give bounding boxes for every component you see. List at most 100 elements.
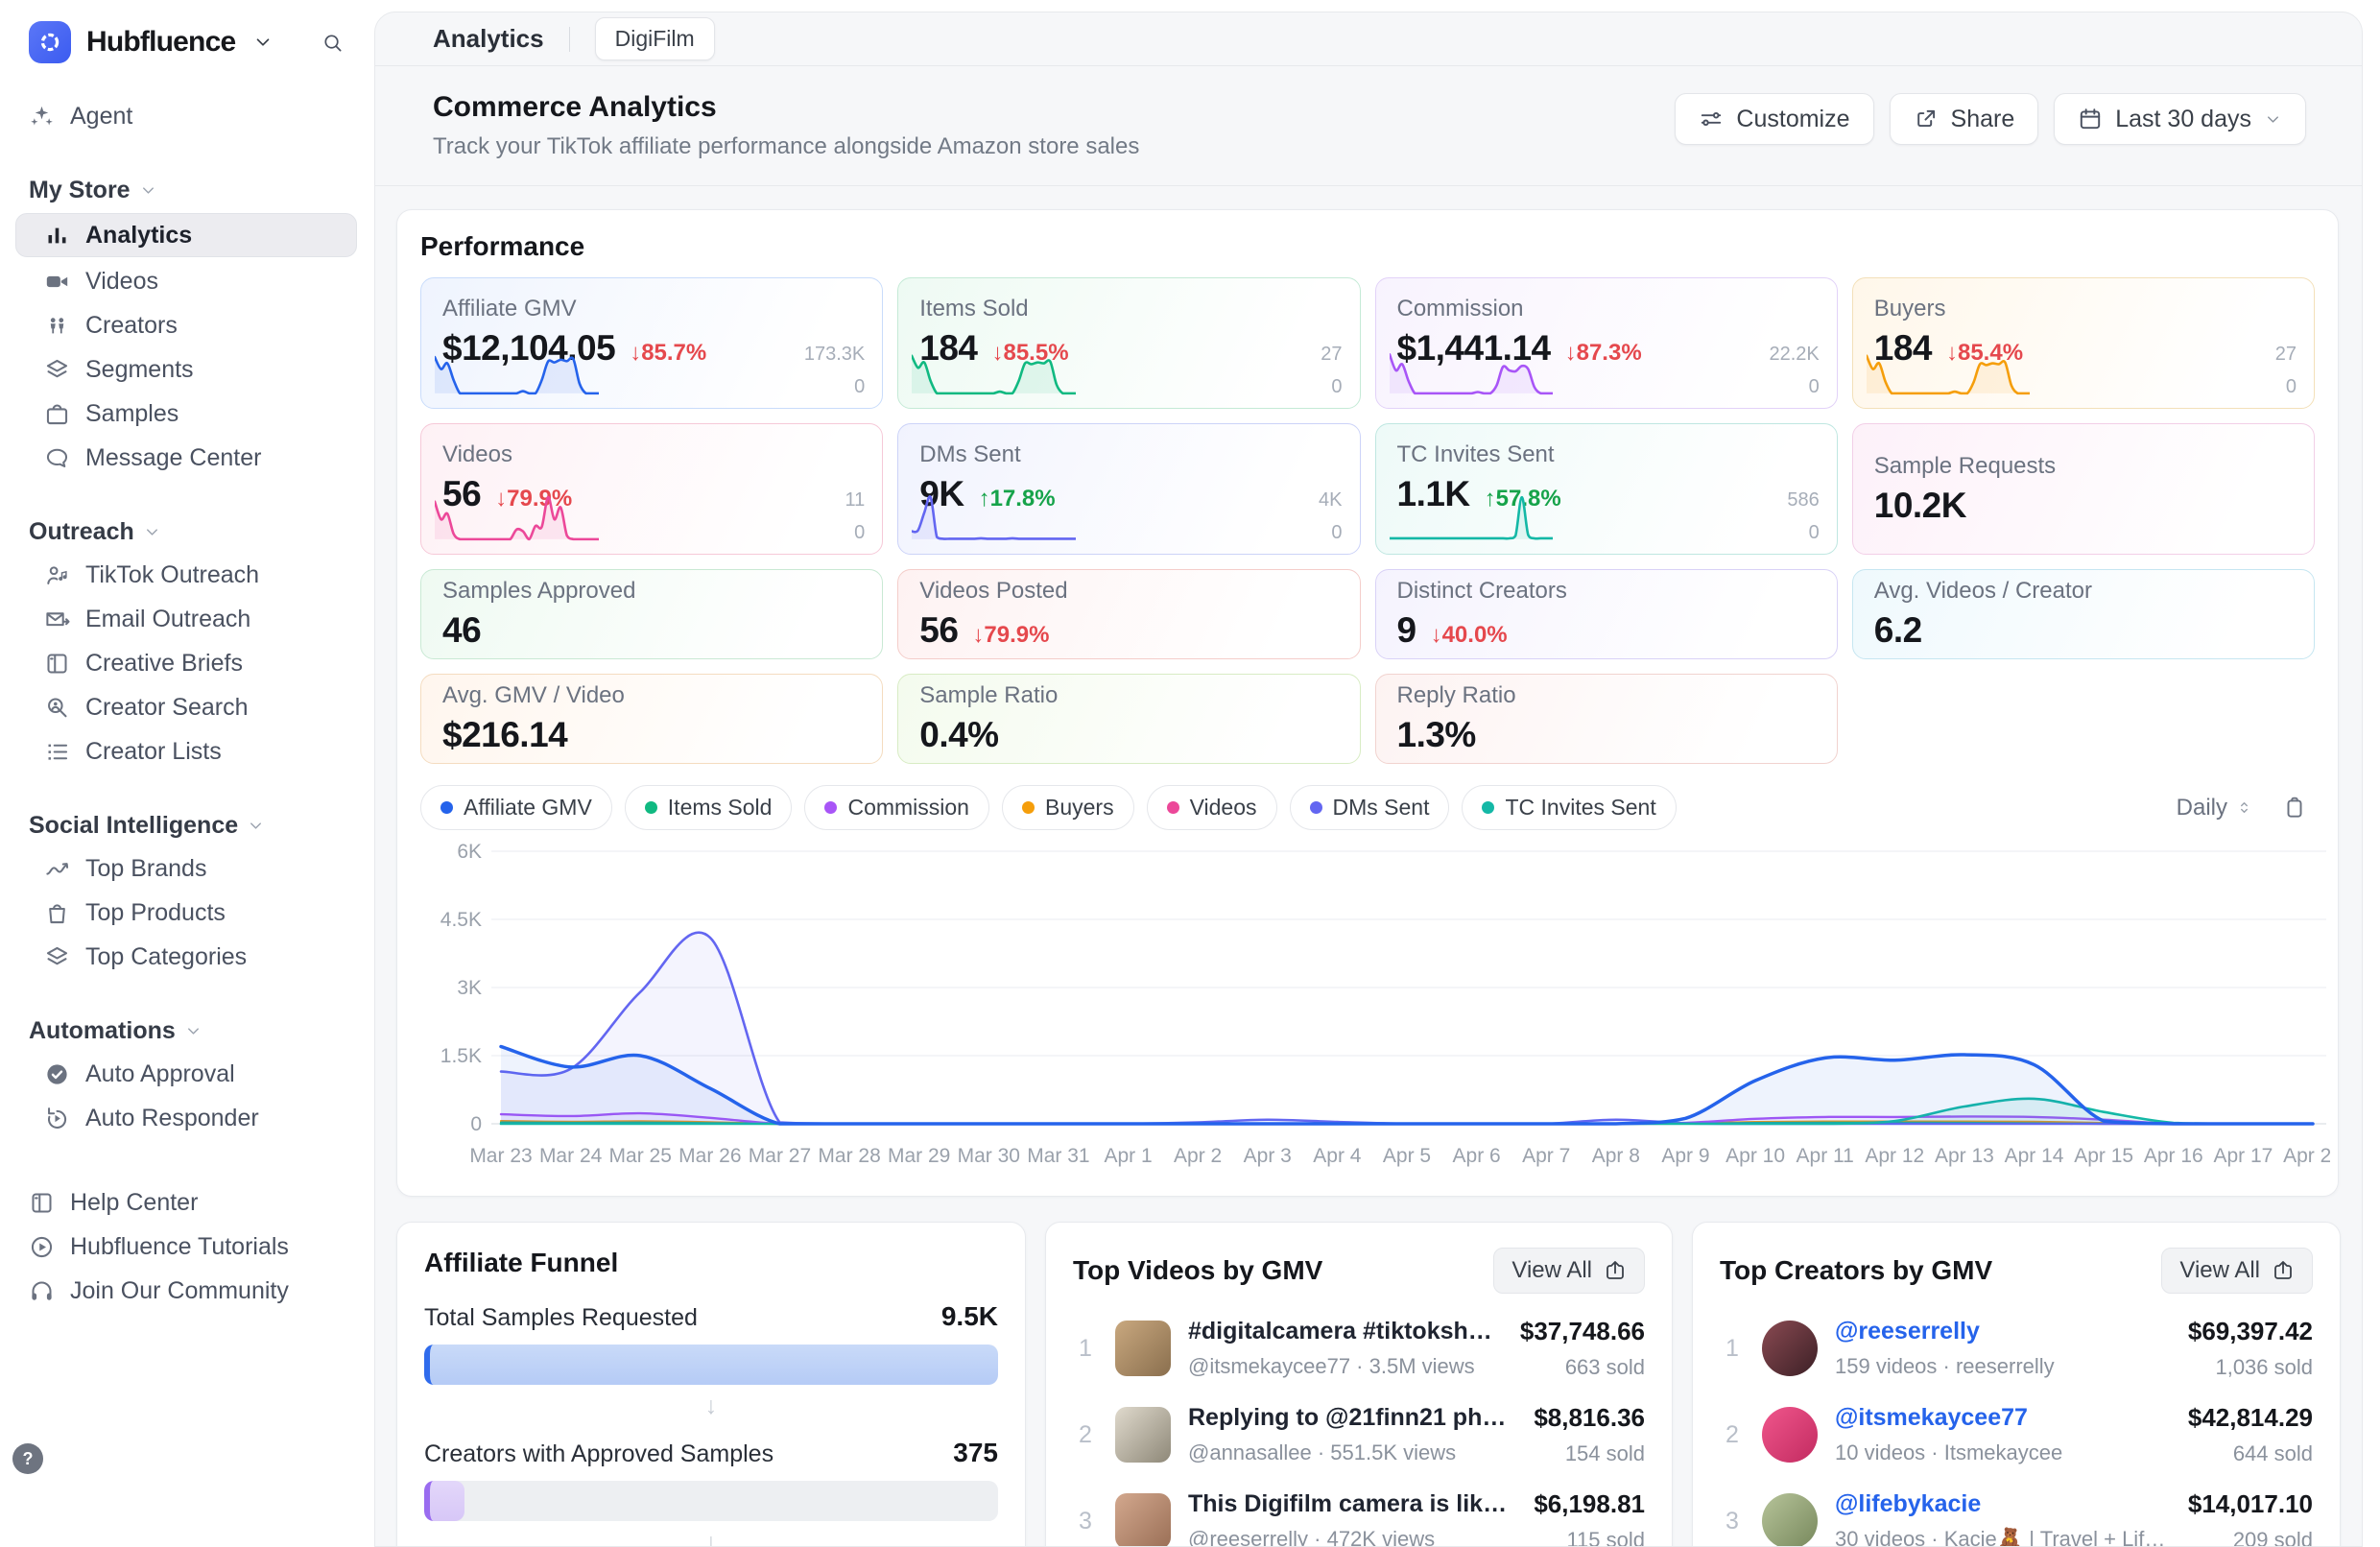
legend-chip-tc-invites-sent[interactable]: TC Invites Sent [1462, 785, 1676, 830]
video-row-2[interactable]: 2Replying to @21finn21 photos from my sc… [1073, 1403, 1645, 1466]
creator-avatar[interactable] [1762, 1321, 1818, 1376]
sidebar-item-message-center[interactable]: Message Center [0, 436, 372, 480]
creator-avatar[interactable] [1762, 1407, 1818, 1463]
section-header-automations[interactable]: Automations [0, 1010, 372, 1052]
sidebar-item-label: Creative Briefs [85, 650, 243, 678]
customize-button[interactable]: Customize [1675, 93, 1873, 145]
workspace-switcher[interactable]: Hubfluence [0, 0, 372, 73]
video-row-3[interactable]: 3This Digifilm camera is like a disposab… [1073, 1489, 1645, 1547]
creator-row-2[interactable]: 2@itsmekaycee7710 videos · Itsmekaycee$4… [1720, 1403, 2313, 1466]
sidebar-item-label: Creator Lists [85, 738, 222, 766]
metric-label: TC Invites Sent [1397, 441, 1816, 468]
creator-sold: 209 sold [2188, 1528, 2313, 1547]
video-row-1[interactable]: 1#digitalcamera #tiktokshopcreatorpicks … [1073, 1317, 1645, 1380]
tab-analytics[interactable]: Analytics [433, 24, 544, 54]
video-thumbnail[interactable] [1115, 1321, 1171, 1376]
funnel-stage-creators-with-approved-samples: Creators with Approved Samples375↓ [424, 1438, 998, 1547]
spark-axis-min: 0 [1331, 376, 1342, 398]
section-header-outreach[interactable]: Outreach [0, 511, 372, 553]
workspace-name[interactable]: Hubfluence [86, 26, 235, 59]
top-videos-list: 1#digitalcamera #tiktokshopcreatorpicks … [1073, 1317, 1645, 1547]
metric-value: 9 [1397, 610, 1416, 651]
sidebar-item-top-products[interactable]: Top Products [0, 891, 372, 935]
sidebar-item-label: Samples [85, 400, 178, 428]
funnel-bar-track [424, 1481, 998, 1521]
interval-select[interactable]: Daily [2177, 795, 2253, 821]
creator-handle[interactable]: @lifebykacie [1835, 1490, 2171, 1518]
svg-text:Apr 17: Apr 17 [2213, 1145, 2273, 1167]
view-all-creators-button[interactable]: View All [2161, 1248, 2313, 1294]
video-thumbnail[interactable] [1115, 1407, 1171, 1463]
sidebar-item-creator-search[interactable]: Creator Search [0, 685, 372, 729]
svg-text:6K: 6K [457, 841, 482, 863]
legend-chip-affiliate-gmv[interactable]: Affiliate GMV [420, 785, 612, 830]
svg-text:Apr 11: Apr 11 [1797, 1145, 1854, 1167]
share-icon [1914, 107, 1939, 131]
sidebar-item-tiktok-outreach[interactable]: TikTok Outreach [0, 553, 372, 597]
video-title[interactable]: This Digifilm camera is like a disposabl… [1188, 1490, 1516, 1518]
video-sold: 663 sold [1520, 1355, 1645, 1380]
video-sold: 115 sold [1534, 1528, 1645, 1547]
video-thumbnail[interactable] [1115, 1493, 1171, 1547]
sort-arrows-icon [2235, 798, 2253, 817]
share-label: Share [1951, 106, 2015, 133]
sidebar-item-hubfluence-tutorials[interactable]: Hubfluence Tutorials [0, 1225, 372, 1269]
sidebar-item-join-our-community[interactable]: Join Our Community [0, 1269, 372, 1313]
chevron-down-icon [139, 181, 157, 200]
section-header-my-store[interactable]: My Store [0, 169, 372, 211]
sidebar-item-samples[interactable]: Samples [0, 392, 372, 436]
sidebar-item-creators[interactable]: Creators [0, 303, 372, 347]
sidebar-item-agent[interactable]: Agent [0, 94, 372, 138]
share-button[interactable]: Share [1890, 93, 2039, 145]
sidebar-item-videos[interactable]: Videos [0, 259, 372, 303]
creator-row-1[interactable]: 1@reeserrelly159 videos · reeserrelly$69… [1720, 1317, 2313, 1380]
sidebar-item-creator-lists[interactable]: Creator Lists [0, 729, 372, 774]
creator-avatar[interactable] [1762, 1493, 1818, 1547]
sidebar-item-help-center[interactable]: Help Center [0, 1180, 372, 1225]
performance-title: Performance [420, 231, 2315, 262]
legend-label: TC Invites Sent [1505, 795, 1655, 821]
creator-handle[interactable]: @reeserrelly [1835, 1318, 2171, 1345]
view-all-videos-button[interactable]: View All [1493, 1248, 1645, 1294]
sidebar-item-top-brands[interactable]: Top Brands [0, 846, 372, 891]
legend-dot [1482, 801, 1494, 814]
creator-gmv: $42,814.29 [2188, 1403, 2313, 1433]
legend-chip-videos[interactable]: Videos [1147, 785, 1277, 830]
video-meta: @itsmekaycee77 · 3.5M views [1188, 1354, 1503, 1379]
legend-chip-commission[interactable]: Commission [804, 785, 989, 830]
date-range-button[interactable]: Last 30 days [2054, 93, 2306, 145]
legend-chip-dms-sent[interactable]: DMs Sent [1290, 785, 1450, 830]
creator-handle[interactable]: @itsmekaycee77 [1835, 1404, 2171, 1432]
sidebar-item-creative-briefs[interactable]: Creative Briefs [0, 641, 372, 685]
copy-icon[interactable] [2282, 796, 2307, 821]
svg-text:Mar 24: Mar 24 [539, 1145, 603, 1167]
sidebar-item-label: Top Products [85, 899, 226, 927]
svg-text:Apr 6: Apr 6 [1453, 1145, 1501, 1167]
funnel-stage-label: Total Samples Requested [424, 1304, 698, 1332]
legend-chip-buyers[interactable]: Buyers [1002, 785, 1134, 830]
sidebar-item-auto-approval[interactable]: Auto Approval [0, 1052, 372, 1096]
search-icon[interactable] [321, 32, 344, 54]
video-title[interactable]: Replying to @21finn21 photos from my scr… [1188, 1404, 1516, 1432]
creator-row-3[interactable]: 3@lifebykacie30 videos · Kacie🧸 | Travel… [1720, 1489, 2313, 1547]
tab-digifilm[interactable]: DigiFilm [595, 17, 715, 60]
legend-dot [1310, 801, 1322, 814]
section-header-social-intelligence[interactable]: Social Intelligence [0, 804, 372, 846]
sidebar-item-segments[interactable]: Segments [0, 347, 372, 392]
sidebar-item-label: Analytics [85, 222, 192, 250]
sidebar-item-email-outreach[interactable]: Email Outreach [0, 597, 372, 641]
help-button[interactable]: ? [12, 1443, 43, 1474]
funnel-stages: Total Samples Requested9.5K↓Creators wit… [424, 1301, 998, 1547]
video-title[interactable]: #digitalcamera #tiktokshopcreatorpicks #… [1188, 1318, 1503, 1345]
view-all-label: View All [1511, 1257, 1592, 1284]
legend-chip-items-sold[interactable]: Items Sold [625, 785, 793, 830]
tab-bar: Analytics DigiFilm [375, 12, 2362, 66]
performance-chart: 01.5K3K4.5K6KMar 23Mar 24Mar 25Mar 26Mar… [420, 836, 2315, 1178]
page-title: Commerce Analytics [433, 91, 1139, 124]
calendar-icon [2078, 107, 2103, 131]
sidebar-item-analytics[interactable]: Analytics [15, 213, 357, 257]
sidebar-item-top-categories[interactable]: Top Categories [0, 935, 372, 979]
svg-text:Apr 12: Apr 12 [1865, 1145, 1924, 1167]
sidebar-item-auto-responder[interactable]: Auto Responder [0, 1096, 372, 1140]
spark-axis-min: 0 [2286, 376, 2297, 398]
